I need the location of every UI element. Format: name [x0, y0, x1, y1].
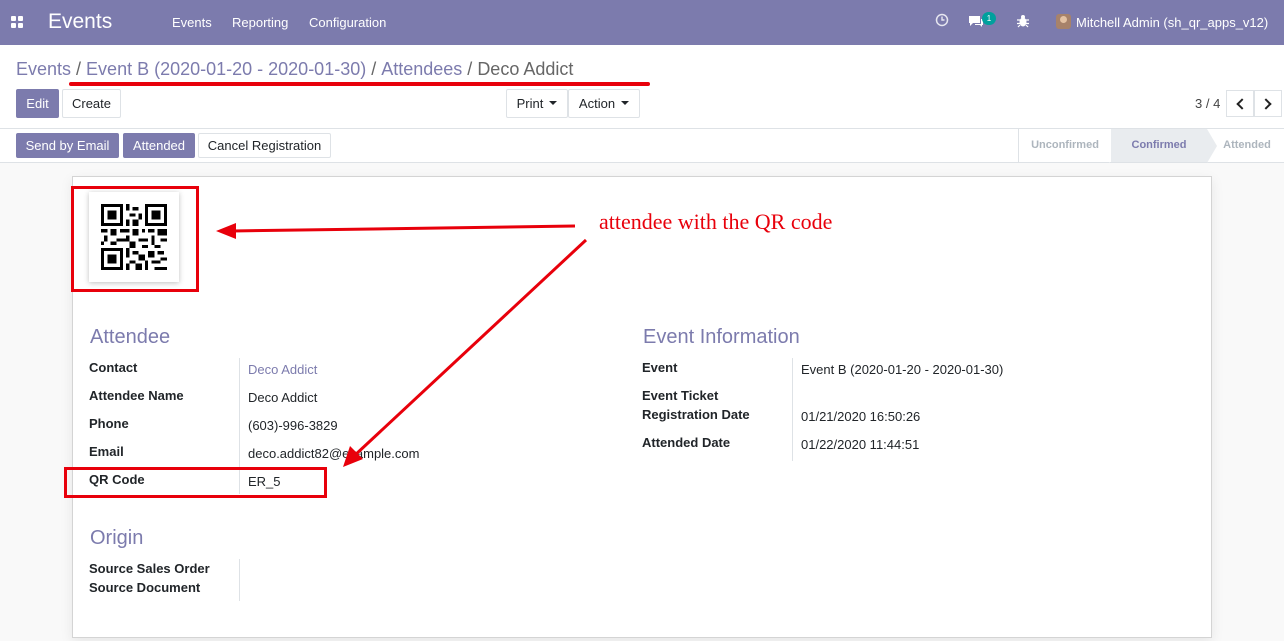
annotation-arrows — [216, 223, 588, 467]
